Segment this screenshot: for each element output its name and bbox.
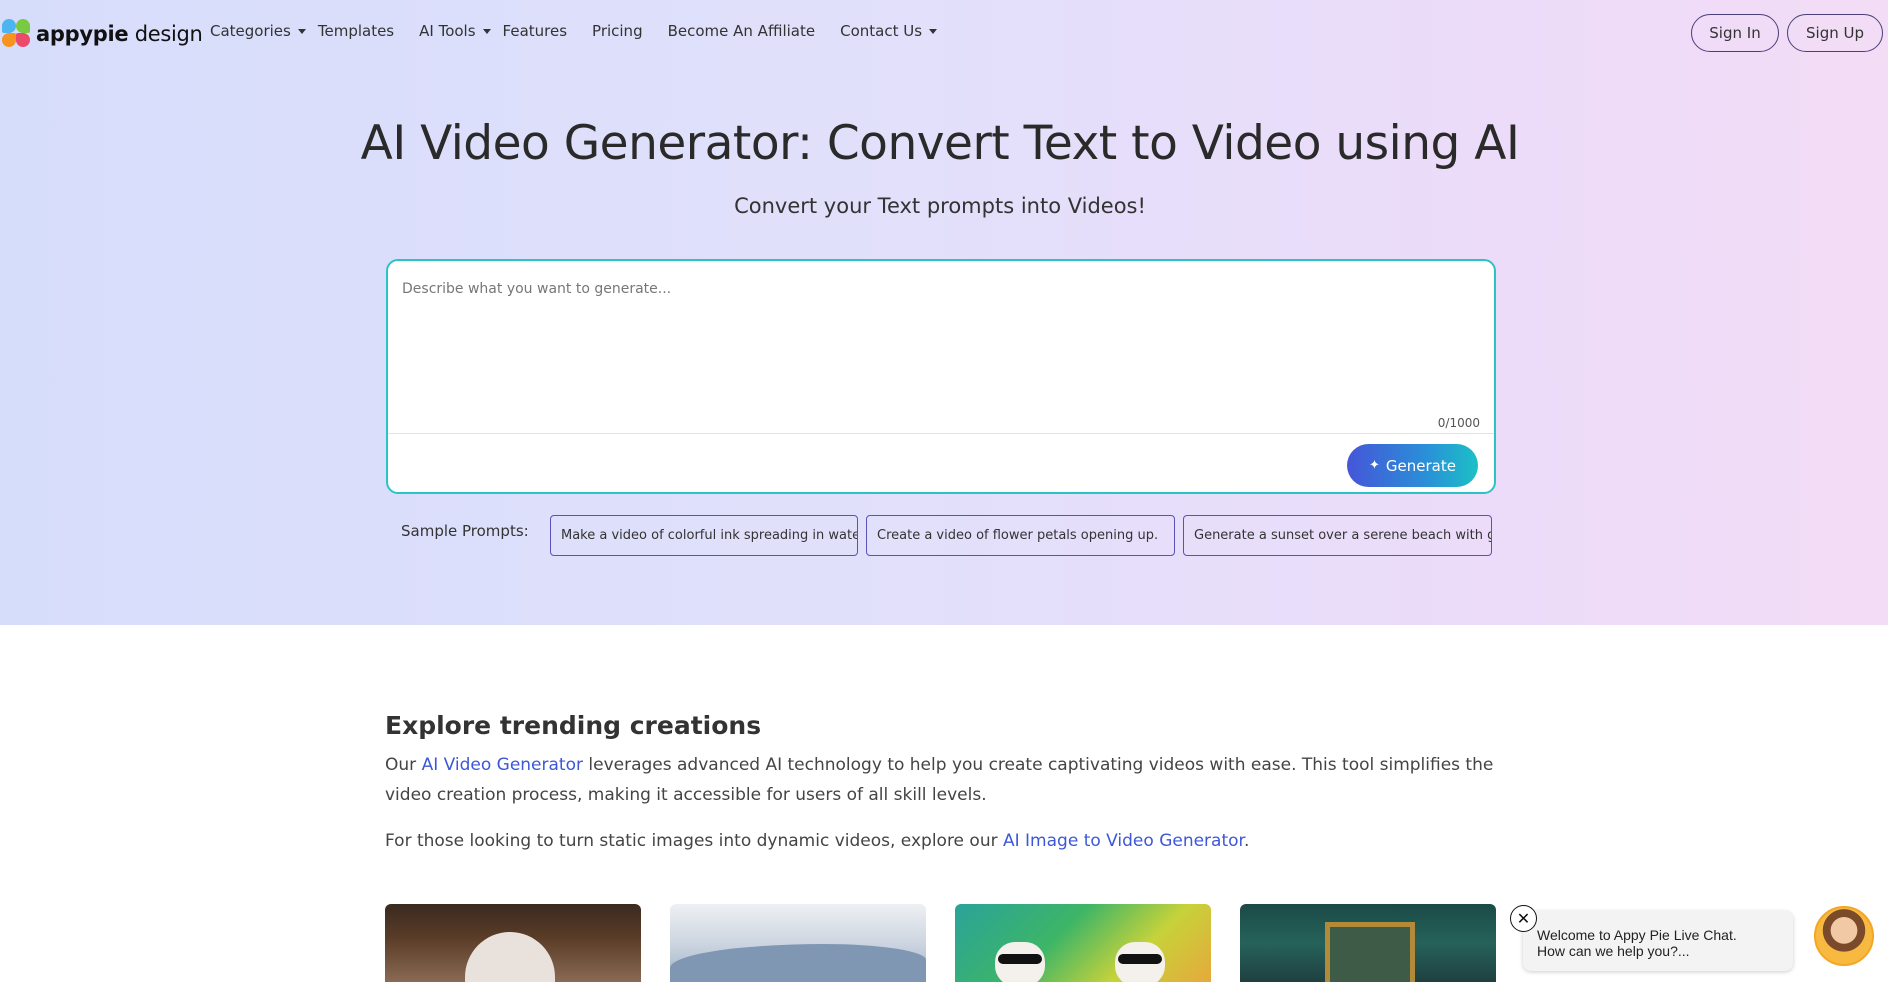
creation-thumbnail[interactable] bbox=[385, 904, 641, 982]
nav-contact-us[interactable]: Contact Us bbox=[840, 22, 938, 40]
sample-prompt-chip[interactable]: Create a video of flower petals opening … bbox=[866, 515, 1175, 556]
creation-thumbnail[interactable] bbox=[670, 904, 926, 982]
prompt-box: 0/1000 ✦ Generate bbox=[386, 259, 1496, 494]
header: appypie design Categories Templates AI T… bbox=[0, 0, 1888, 66]
logo-text: appypie design bbox=[36, 22, 203, 46]
page-subtitle: Convert your Text prompts into Videos! bbox=[734, 194, 1146, 218]
chat-line: How can we help you?... bbox=[1537, 943, 1690, 959]
page-title: AI Video Generator: Convert Text to Vide… bbox=[360, 116, 1520, 171]
main-nav: Categories Templates AI Tools Features P… bbox=[210, 22, 962, 40]
nav-become-affiliate[interactable]: Become An Affiliate bbox=[668, 22, 816, 40]
intro-paragraph: Our AI Video Generator leverages advance… bbox=[385, 755, 1494, 805]
caret-down-icon bbox=[297, 28, 306, 34]
prompt-input[interactable] bbox=[402, 281, 1472, 401]
creation-thumbnail[interactable] bbox=[1240, 904, 1496, 982]
sign-in-button[interactable]: Sign In bbox=[1691, 14, 1779, 52]
nav-templates[interactable]: Templates bbox=[318, 22, 394, 40]
character-counter: 0/1000 bbox=[1437, 416, 1480, 430]
sample-prompt-chip[interactable]: Make a video of colorful ink spreading i… bbox=[550, 515, 858, 556]
nav-features[interactable]: Features bbox=[503, 22, 568, 40]
nav-ai-tools[interactable]: AI Tools bbox=[419, 22, 491, 40]
sample-prompt-chip[interactable]: Generate a sunset over a serene beach wi… bbox=[1183, 515, 1492, 556]
creation-thumbnail[interactable] bbox=[955, 904, 1211, 982]
close-icon[interactable]: ✕ bbox=[1510, 905, 1537, 932]
ai-image-to-video-link[interactable]: AI Image to Video Generator bbox=[1003, 831, 1244, 851]
sign-up-button[interactable]: Sign Up bbox=[1787, 14, 1883, 52]
sparkle-icon: ✦ bbox=[1369, 458, 1380, 473]
appypie-logo-icon bbox=[2, 19, 32, 49]
generate-label: Generate bbox=[1385, 456, 1456, 475]
divider bbox=[388, 433, 1494, 434]
section-title: Explore trending creations bbox=[385, 711, 762, 740]
image-to-video-paragraph: For those looking to turn static images … bbox=[385, 831, 1250, 851]
ai-video-generator-link[interactable]: AI Video Generator bbox=[422, 755, 583, 775]
sample-prompts-label: Sample Prompts: bbox=[401, 522, 529, 540]
nav-categories[interactable]: Categories bbox=[210, 22, 306, 40]
logo[interactable]: appypie design bbox=[2, 18, 203, 50]
chat-agent-avatar[interactable] bbox=[1814, 906, 1874, 966]
chat-line: Welcome to Appy Pie Live Chat. bbox=[1537, 927, 1737, 943]
nav-pricing[interactable]: Pricing bbox=[592, 22, 643, 40]
caret-down-icon bbox=[929, 28, 938, 34]
caret-down-icon bbox=[482, 28, 491, 34]
generate-button[interactable]: ✦ Generate bbox=[1347, 444, 1478, 487]
chat-welcome-bubble[interactable]: Welcome to Appy Pie Live Chat. How can w… bbox=[1523, 911, 1793, 971]
